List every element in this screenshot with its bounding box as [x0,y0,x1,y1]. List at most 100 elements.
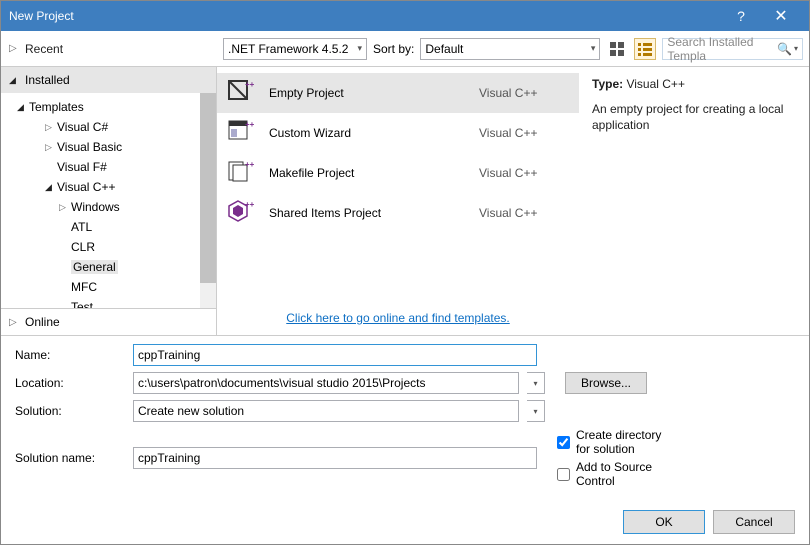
scrollbar[interactable] [200,93,216,308]
sort-by-dropdown[interactable]: Default ▾ [420,38,600,60]
search-icon: 🔍 [777,42,792,56]
type-value: Visual C++ [626,77,684,91]
source-control-checkbox[interactable]: Add to Source Control [557,460,667,488]
installed-section[interactable]: ◢ Installed [1,67,216,93]
tree-item-label: ATL [71,220,92,234]
template-item[interactable]: ++ Custom Wizard Visual C++ [217,113,579,153]
tree-item-label: Windows [71,200,120,214]
location-label: Location: [15,376,125,390]
create-directory-checkbox[interactable]: Create directory for solution [557,428,667,456]
window-title: New Project [9,9,721,23]
ok-button[interactable]: OK [623,510,705,534]
source-control-checkbox-input[interactable] [557,468,570,481]
top-strip: ▷ Recent .NET Framework 4.5.2 ▾ Sort by:… [1,31,809,67]
dialog-buttons: OK Cancel [1,502,809,544]
tree-item[interactable]: Test [7,298,216,308]
sort-by-label: Sort by: [373,42,414,56]
source-control-label: Add to Source Control [576,460,667,488]
template-language: Visual C++ [479,126,569,140]
tree-item-label: Templates [29,100,84,114]
browse-button[interactable]: Browse... [565,372,647,394]
template-item[interactable]: ++Empty ProjectVisual C++ [217,73,579,113]
chevron-down-icon: ◢ [45,182,55,193]
location-dropdown-button[interactable]: ▾ [527,372,545,394]
tree-item[interactable]: General [7,258,216,276]
tree-item-label: Visual Basic [57,140,122,154]
svg-text:++: ++ [245,160,255,169]
framework-dropdown[interactable]: .NET Framework 4.5.2 ▾ [223,38,367,60]
tree-item-label: General [71,260,118,274]
main-area: ◢ Installed ◢Templates▷Visual C#▷Visual … [1,67,809,335]
solution-name-label: Solution name: [15,451,125,465]
installed-label: Installed [25,73,70,87]
scrollbar-thumb[interactable] [200,93,216,283]
chevron-down-icon: ◢ [17,102,27,113]
chevron-right-icon: ▷ [59,202,69,213]
svg-text:++: ++ [245,80,255,89]
chevron-right-icon: ▷ [45,142,55,153]
info-panel: Type: Visual C++ An empty project for cr… [579,67,809,335]
center-panel: ++Empty ProjectVisual C++++Custom Wizard… [217,67,809,335]
template-language: Visual C++ [479,166,569,180]
template-item[interactable]: ++ Makefile Project Visual C++ [217,153,579,193]
online-templates-link[interactable]: Click here to go online and find templat… [286,311,509,325]
recent-section[interactable]: ▷ Recent [9,42,63,56]
online-label: Online [25,315,60,329]
recent-label: Recent [25,42,63,56]
template-list: ++Empty ProjectVisual C++++Custom Wizard… [217,67,579,301]
template-icon: ++ [227,119,255,147]
chevron-down-icon: ◢ [9,75,19,86]
template-description: An empty project for creating a local ap… [592,101,797,133]
tree-item[interactable]: ◢Visual C++ [7,178,216,196]
template-icon: ++ [227,79,255,107]
search-input[interactable]: Search Installed Templa 🔍 ▾ [662,38,803,60]
view-grid-button[interactable] [606,38,628,60]
form-area: Name: Location: ▾ Browse... Solution: ▾ … [1,335,809,502]
tree-item[interactable]: ▷Visual Basic [7,138,216,156]
tree-item[interactable]: ▷Visual C# [7,118,216,136]
tree-item[interactable]: ▷Windows [7,198,216,216]
template-language: Visual C++ [479,206,569,220]
solution-label: Solution: [15,404,125,418]
chevron-down-icon: ▾ [591,43,596,54]
chevron-right-icon: ▷ [9,317,19,328]
solution-dropdown-button[interactable]: ▾ [527,400,545,422]
template-item[interactable]: ++ Shared Items Project Visual C++ [217,193,579,233]
cancel-button[interactable]: Cancel [713,510,795,534]
template-name: Makefile Project [269,166,465,180]
tree-item-label: Visual C# [57,120,108,134]
titlebar: New Project ? ✕ [1,1,809,31]
create-directory-checkbox-input[interactable] [557,436,570,449]
template-icon: ++ [227,199,255,227]
type-label: Type: [592,77,623,91]
solution-name-input[interactable] [133,447,537,469]
solution-dropdown[interactable] [133,400,519,422]
chevron-down-icon: ▾ [357,43,362,54]
svg-text:++: ++ [245,120,255,129]
chevron-down-icon: ▾ [794,44,798,53]
close-button[interactable]: ✕ [761,6,801,26]
tree-item[interactable]: MFC [7,278,216,296]
tree-item-label: Test [71,300,93,308]
svg-text:++: ++ [245,200,255,209]
location-input[interactable] [133,372,519,394]
tree-item-label: Visual F# [57,160,107,174]
tree-templates[interactable]: ◢Templates [7,98,216,116]
framework-value: .NET Framework 4.5.2 [228,42,348,56]
template-name: Shared Items Project [269,206,465,220]
tree-item[interactable]: ATL [7,218,216,236]
template-language: Visual C++ [479,86,569,100]
help-button[interactable]: ? [721,8,761,24]
online-section[interactable]: ▷ Online [1,308,216,335]
online-templates-link-row: Click here to go online and find templat… [217,301,579,335]
chevron-right-icon: ▷ [9,43,19,54]
tree-item-label: MFC [71,280,97,294]
tree-item-label: Visual C++ [57,180,115,194]
search-placeholder: Search Installed Templa [667,35,777,63]
template-name: Custom Wizard [269,126,465,140]
view-list-button[interactable] [634,38,656,60]
tree-item[interactable]: Visual F# [7,158,216,176]
name-input[interactable] [133,344,537,366]
tree-item[interactable]: CLR [7,238,216,256]
tree-item-label: CLR [71,240,95,254]
